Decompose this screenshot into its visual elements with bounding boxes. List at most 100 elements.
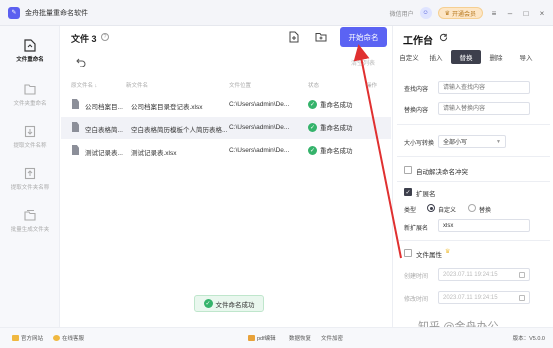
user-label[interactable]: 微信用户 [390, 9, 414, 18]
tab-custom[interactable]: 自定义 [397, 50, 421, 64]
created-time-input[interactable]: 2023.07.11 19:24:15 [438, 268, 530, 281]
undo-icon[interactable] [76, 57, 86, 67]
extension-checkbox[interactable]: ✓ [404, 188, 412, 196]
table-row[interactable]: 空白表格简... 空白表格简历模板个人简历表格... C:\Users\admi… [61, 117, 391, 139]
sidebar-item-label: 文件重命名 [16, 57, 44, 63]
version-label: 版本：V5.0.0 [512, 336, 545, 342]
table-header: 原文件名 ↓ 新文件名 文件位置 状态 操作 [61, 80, 391, 94]
check-icon: ✓ [308, 145, 317, 155]
tab-replace[interactable]: 替换 [451, 50, 481, 64]
case-select[interactable]: 全部小写 ▼ [438, 135, 506, 148]
tab-import[interactable]: 导入 [511, 50, 541, 64]
close-icon[interactable]: × [537, 9, 547, 18]
new-extension-input[interactable] [438, 219, 530, 232]
add-folder-icon[interactable] [315, 31, 327, 43]
sidebar: 文件重命名 文件夹重命名 提取文件名称 提取文件夹名称 批量生成文件夹 [0, 26, 60, 327]
data-recovery-link[interactable]: 数据恢复 [289, 334, 311, 342]
original-name: 测试记录表... [85, 150, 123, 157]
website-link[interactable]: 官方网站 [12, 334, 43, 342]
clear-list-button[interactable]: 清空列表 [351, 58, 375, 67]
replace-input[interactable] [438, 102, 530, 115]
find-input[interactable] [438, 81, 530, 94]
avatar-icon[interactable]: ☺ [419, 7, 432, 19]
auto-conflict-checkbox[interactable] [404, 166, 412, 174]
app-title: 金舟批量重命名软件 [25, 9, 88, 17]
column-header: 文件位置 [229, 83, 252, 89]
sidebar-item-extract-folder[interactable]: 提取文件夹名称 [0, 158, 60, 200]
modified-time-input[interactable]: 2023.07.11 19:24:15 [438, 291, 530, 304]
new-name: 公司档案目录登记表.xlsx [131, 104, 203, 111]
divider [397, 156, 550, 157]
status-badge: ✓ 重命名成功 [308, 99, 353, 109]
folder-rename-icon [24, 84, 36, 95]
file-icon [72, 99, 79, 109]
pdf-edit-link[interactable]: pdf编辑 [248, 334, 276, 342]
status-badge: ✓ 重命名成功 [308, 122, 353, 132]
replace-label: 替换内容 [404, 108, 429, 114]
new-extension-label: 新扩展名 [404, 226, 429, 232]
case-value: 全部小写 [443, 140, 468, 146]
success-toast: ✓ 文件命名成功 [194, 295, 264, 312]
new-name: 空白表格简历模板个人简历表格... [131, 127, 228, 134]
created-time-value: 2023.07.11 19:24:15 [443, 271, 498, 278]
maximize-icon[interactable]: □ [521, 9, 531, 18]
sidebar-item-label: 文件夹重命名 [13, 101, 47, 107]
file-location: C:\Users\admin\De... [229, 124, 290, 131]
sidebar-item-label: 批量生成文件夹 [10, 227, 50, 233]
type-custom-radio[interactable] [427, 204, 435, 212]
created-time-label: 创建时间 [404, 274, 429, 280]
column-header: 状态 [308, 83, 320, 89]
column-header: 操作 [366, 83, 378, 89]
crown-icon: ♛ [444, 10, 450, 17]
file-location: C:\Users\admin\De... [229, 147, 290, 154]
footer-bar: 官方网站 在线客服 pdf编辑 数据恢复 文件加密 版本：V5.0.0 [0, 327, 553, 348]
divider [397, 181, 550, 182]
file-count-title: 文件 3 [71, 34, 97, 44]
panel-title: 工作台 [403, 36, 433, 47]
type-replace-radio[interactable] [468, 204, 476, 212]
sidebar-item-label: 提取文件夹名称 [10, 185, 50, 191]
file-icon [72, 122, 79, 132]
column-header[interactable]: 原文件名 ↓ [71, 81, 97, 89]
chevron-down-icon: ▼ [496, 139, 501, 145]
vip-button[interactable]: ♛ 开通会员 [437, 7, 483, 19]
minimize-icon[interactable]: – [505, 9, 515, 18]
file-attributes-checkbox[interactable] [404, 249, 412, 257]
website-icon [12, 335, 19, 341]
sidebar-item-folder-rename[interactable]: 文件夹重命名 [0, 74, 60, 116]
type-custom-label: 自定义 [438, 208, 457, 214]
case-label: 大小写转换 [404, 141, 435, 147]
help-icon[interactable]: ? [101, 33, 109, 41]
auto-conflict-label: 自动解决命名冲突 [416, 169, 468, 176]
original-name: 公司档案目... [85, 104, 123, 111]
status-badge: ✓ 重命名成功 [308, 145, 353, 155]
sidebar-item-file-rename[interactable]: 文件重命名 [0, 30, 60, 72]
start-rename-button[interactable]: 开始命名 [340, 27, 387, 47]
type-label: 类型 [404, 208, 417, 214]
table-row[interactable]: 公司档案目... 公司档案目录登记表.xlsx C:\Users\admin\D… [61, 94, 391, 116]
main-area: 文件 3 ? 开始命名 清空列表 原文件名 ↓ 新文件名 文件位置 状态 操作 … [61, 26, 391, 327]
workbench-panel: 工作台 自定义 插入 替换 删除 导入 查找内容 替换内容 大小写转换 全部小写… [392, 26, 553, 327]
tab-delete[interactable]: 删除 [481, 50, 511, 64]
calendar-icon [519, 295, 525, 301]
headset-icon [53, 335, 60, 341]
pdf-icon [248, 335, 255, 341]
batch-folder-icon [24, 210, 36, 221]
title-bar: ✎ 金舟批量重命名软件 微信用户 ☺ ♛ 开通会员 ≡ – □ × [0, 0, 553, 26]
table-row[interactable]: 测试记录表... 测试记录表.xlsx C:\Users\admin\De...… [61, 140, 391, 162]
panel-tabs: 自定义 插入 替换 删除 导入 [397, 50, 552, 64]
refresh-icon[interactable] [439, 33, 448, 42]
calendar-icon [519, 272, 525, 278]
sidebar-item-extract-name[interactable]: 提取文件名称 [0, 116, 60, 158]
menu-icon[interactable]: ≡ [489, 9, 499, 18]
tab-insert[interactable]: 插入 [421, 50, 451, 64]
sidebar-item-batch-folder[interactable]: 批量生成文件夹 [0, 200, 60, 242]
toast-text: 文件命名成功 [215, 301, 255, 309]
extract-folder-icon [24, 167, 36, 180]
modified-time-value: 2023.07.11 19:24:15 [443, 294, 498, 301]
check-icon: ✓ [308, 122, 317, 132]
add-file-icon[interactable] [288, 31, 300, 43]
online-service-link[interactable]: 在线客服 [53, 334, 84, 342]
file-encrypt-link[interactable]: 文件加密 [321, 334, 343, 342]
find-label: 查找内容 [404, 87, 429, 93]
